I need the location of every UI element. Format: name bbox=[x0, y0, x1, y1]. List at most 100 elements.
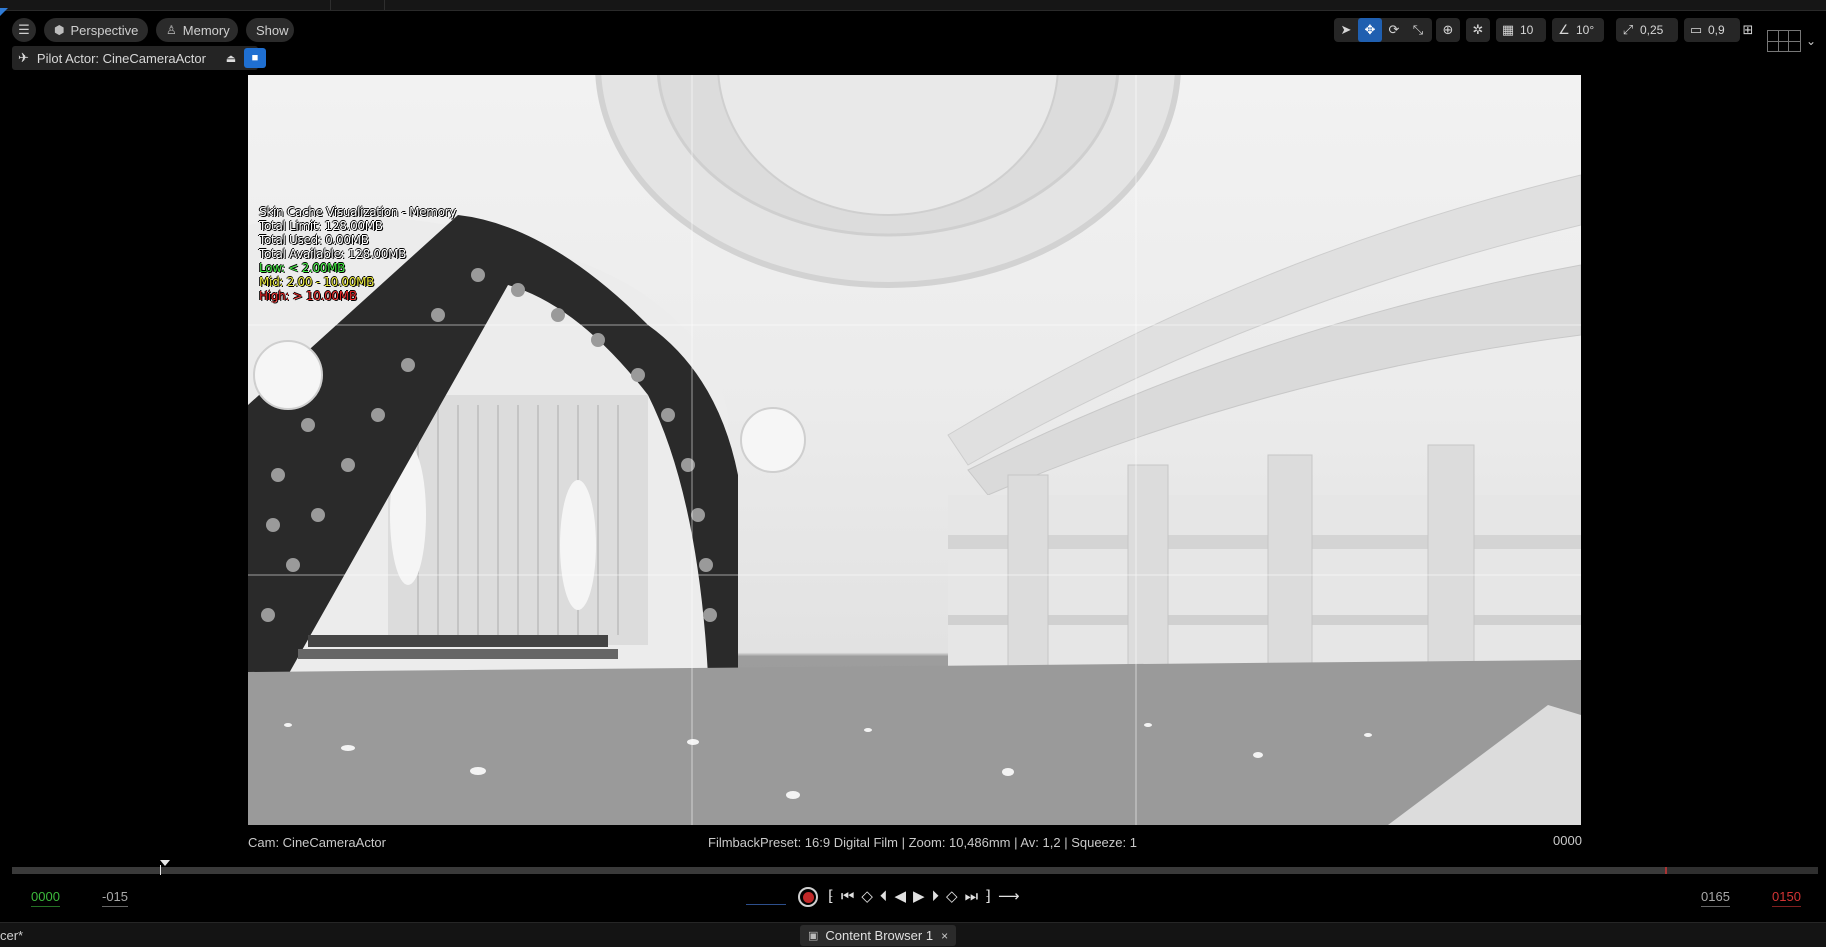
step-back-button[interactable]: ⏴ bbox=[880, 887, 888, 907]
content-browser-label: Content Browser 1 bbox=[825, 928, 934, 943]
pilot-actor-bar: ✈ Pilot Actor: CineCameraActor ⏏ ■ bbox=[12, 46, 266, 70]
grid-snap-group[interactable]: ▦ 10 bbox=[1496, 18, 1546, 42]
rotation-snap-group[interactable]: ∠ 10° bbox=[1552, 18, 1604, 42]
content-browser-tab[interactable]: ▣ Content Browser 1 × bbox=[800, 925, 956, 946]
perspective-button[interactable]: ⬢ Perspective bbox=[44, 18, 148, 42]
camera-speed-button[interactable]: ▭ bbox=[1684, 18, 1708, 42]
grid-snap-value[interactable]: 10 bbox=[1520, 23, 1541, 37]
prev-key-icon: ◇ bbox=[861, 888, 873, 905]
step-forward-button[interactable]: ⏵ bbox=[932, 887, 940, 907]
loop-icon: ⟶ bbox=[997, 888, 1020, 905]
rotate-tool-button[interactable]: ⟳ bbox=[1382, 18, 1406, 42]
folder-icon: ▣ bbox=[808, 930, 819, 942]
view-start-field[interactable]: -015 bbox=[102, 889, 129, 907]
play-button[interactable]: ▶ bbox=[913, 887, 925, 907]
surface-snap-group: ✲ bbox=[1466, 18, 1490, 42]
camera-toggle-button[interactable]: ■ bbox=[244, 48, 266, 68]
scale-snap-value[interactable]: 0,25 bbox=[1640, 23, 1671, 37]
coordinate-system-group: ⊕ bbox=[1436, 18, 1460, 42]
eject-button[interactable]: ⏏ bbox=[220, 46, 242, 70]
bottom-tab-bar: cer* ▣ Content Browser 1 × bbox=[0, 922, 1826, 947]
person-icon: ♙ bbox=[166, 23, 177, 37]
timeline-end-marker bbox=[1665, 867, 1667, 874]
surface-snap-button[interactable]: ✲ bbox=[1466, 18, 1490, 42]
grid-icon: ▦ bbox=[1501, 22, 1515, 37]
rotation-snap-button[interactable]: ∠ bbox=[1552, 18, 1576, 42]
loop-button[interactable]: ⟶ bbox=[998, 887, 1020, 907]
chevron-down-icon[interactable]: ⌄ bbox=[1806, 34, 1816, 48]
view-end-value[interactable]: 0165 bbox=[1701, 889, 1730, 904]
overlay-total-limit: Total Limit: 128.00MB bbox=[259, 219, 383, 233]
world-coordinates-button[interactable]: ⊕ bbox=[1436, 18, 1460, 42]
viewport-layout-button[interactable]: ⊞ bbox=[1736, 18, 1760, 42]
eject-icon: ⏏ bbox=[225, 52, 237, 65]
show-label: Show bbox=[256, 22, 289, 38]
close-icon[interactable]: × bbox=[941, 929, 948, 943]
select-tool-button[interactable]: ➤ bbox=[1334, 18, 1358, 42]
start-frame-field[interactable]: 0000 bbox=[31, 889, 60, 907]
tab-divider bbox=[330, 0, 331, 10]
sequencer-tab-label[interactable]: cer* bbox=[0, 928, 23, 943]
filmback-info: FilmbackPreset: 16:9 Digital Film | Zoom… bbox=[708, 835, 1137, 850]
playhead-line bbox=[160, 865, 161, 875]
step-back-icon: ⏴ bbox=[879, 888, 888, 905]
overlay-high-legend: High: > 10.00MB bbox=[259, 289, 357, 303]
film-overlay-button[interactable] bbox=[1767, 30, 1801, 52]
scene-render bbox=[248, 75, 1581, 825]
start-frame-value[interactable]: 0000 bbox=[31, 889, 60, 904]
end-frame-field[interactable]: 0150 bbox=[1772, 889, 1801, 907]
viewport-render[interactable]: Skin Cache Visualization - Memory Total … bbox=[248, 75, 1581, 825]
angle-icon: ∠ bbox=[1558, 22, 1570, 37]
globe-icon: ⊕ bbox=[1442, 22, 1454, 37]
record-icon bbox=[802, 891, 814, 903]
scale-snap-group[interactable]: ⤢ 0,25 bbox=[1616, 18, 1678, 42]
grid-snap-button[interactable]: ▦ bbox=[1496, 18, 1520, 42]
pilot-actor-label: Pilot Actor: CineCameraActor bbox=[36, 50, 206, 66]
corner-marker bbox=[0, 8, 8, 16]
video-camera-icon: ■ bbox=[251, 52, 259, 64]
viewport-menu-button[interactable]: ☰ bbox=[12, 18, 36, 42]
skip-forward-icon: ⏭ bbox=[964, 888, 979, 905]
camera-speed-group[interactable]: ▭ 0,9 bbox=[1684, 18, 1740, 42]
set-end-button[interactable]: ⁆ bbox=[985, 887, 991, 907]
record-button[interactable] bbox=[798, 887, 818, 907]
view-start-value[interactable]: -015 bbox=[102, 889, 128, 904]
rotate-icon: ⟳ bbox=[1388, 22, 1400, 37]
show-button[interactable]: Show bbox=[246, 18, 294, 42]
playhead-handle[interactable] bbox=[160, 860, 170, 866]
translate-tool-button[interactable]: ✥ bbox=[1358, 18, 1382, 42]
transport-controls: ⁅ ⏮ ◇ ⏴ ◀ ▶ ⏵ ◇ ⏭ ⁆ ⟶ bbox=[746, 884, 1026, 910]
overlay-total-available: Total Available: 128.00MB bbox=[259, 247, 407, 261]
overlay-title: Skin Cache Visualization - Memory bbox=[259, 205, 457, 219]
skip-back-icon: ⏮ bbox=[840, 888, 855, 905]
perspective-label: Perspective bbox=[70, 22, 139, 38]
next-key-button[interactable]: ◇ bbox=[946, 887, 958, 907]
scale-icon: ⤡ bbox=[1412, 22, 1424, 37]
view-end-field[interactable]: 0165 bbox=[1701, 889, 1730, 907]
timeline-out-range bbox=[1666, 867, 1818, 874]
step-forward-icon: ⏵ bbox=[931, 888, 940, 905]
play-reverse-button[interactable]: ◀ bbox=[894, 887, 906, 907]
scale-tool-button[interactable]: ⤡ bbox=[1406, 18, 1430, 42]
hamburger-icon: ☰ bbox=[18, 22, 30, 37]
view-mode-button[interactable]: ♙ Memory bbox=[156, 18, 238, 42]
scale-snap-button[interactable]: ⤢ bbox=[1616, 18, 1640, 42]
next-key-icon: ◇ bbox=[946, 888, 958, 905]
playback-speed-slot[interactable] bbox=[746, 903, 786, 905]
camera-speed-value[interactable]: 0,9 bbox=[1708, 23, 1733, 37]
surface-snap-icon: ✲ bbox=[1472, 22, 1484, 37]
tab-divider bbox=[384, 0, 385, 10]
end-frame-value[interactable]: 0150 bbox=[1772, 889, 1801, 904]
layout-icon: ⊞ bbox=[1742, 22, 1754, 37]
overlay-low-legend: Low: < 2.00MB bbox=[259, 261, 346, 275]
camera-icon: ▭ bbox=[1689, 22, 1703, 37]
jump-to-start-button[interactable]: ⁅ bbox=[828, 887, 834, 907]
scale-snap-icon: ⤢ bbox=[1622, 22, 1634, 37]
rotation-snap-value[interactable]: 10° bbox=[1576, 23, 1602, 37]
previous-key-button[interactable]: ◇ bbox=[861, 887, 873, 907]
jump-to-end-button[interactable]: ⏭ bbox=[965, 887, 979, 907]
move-icon: ✥ bbox=[1364, 22, 1376, 37]
set-start-icon: ⁅ bbox=[828, 888, 834, 905]
previous-key-range-button[interactable]: ⏮ bbox=[841, 887, 855, 907]
timeline-scrubber[interactable] bbox=[12, 867, 1818, 874]
